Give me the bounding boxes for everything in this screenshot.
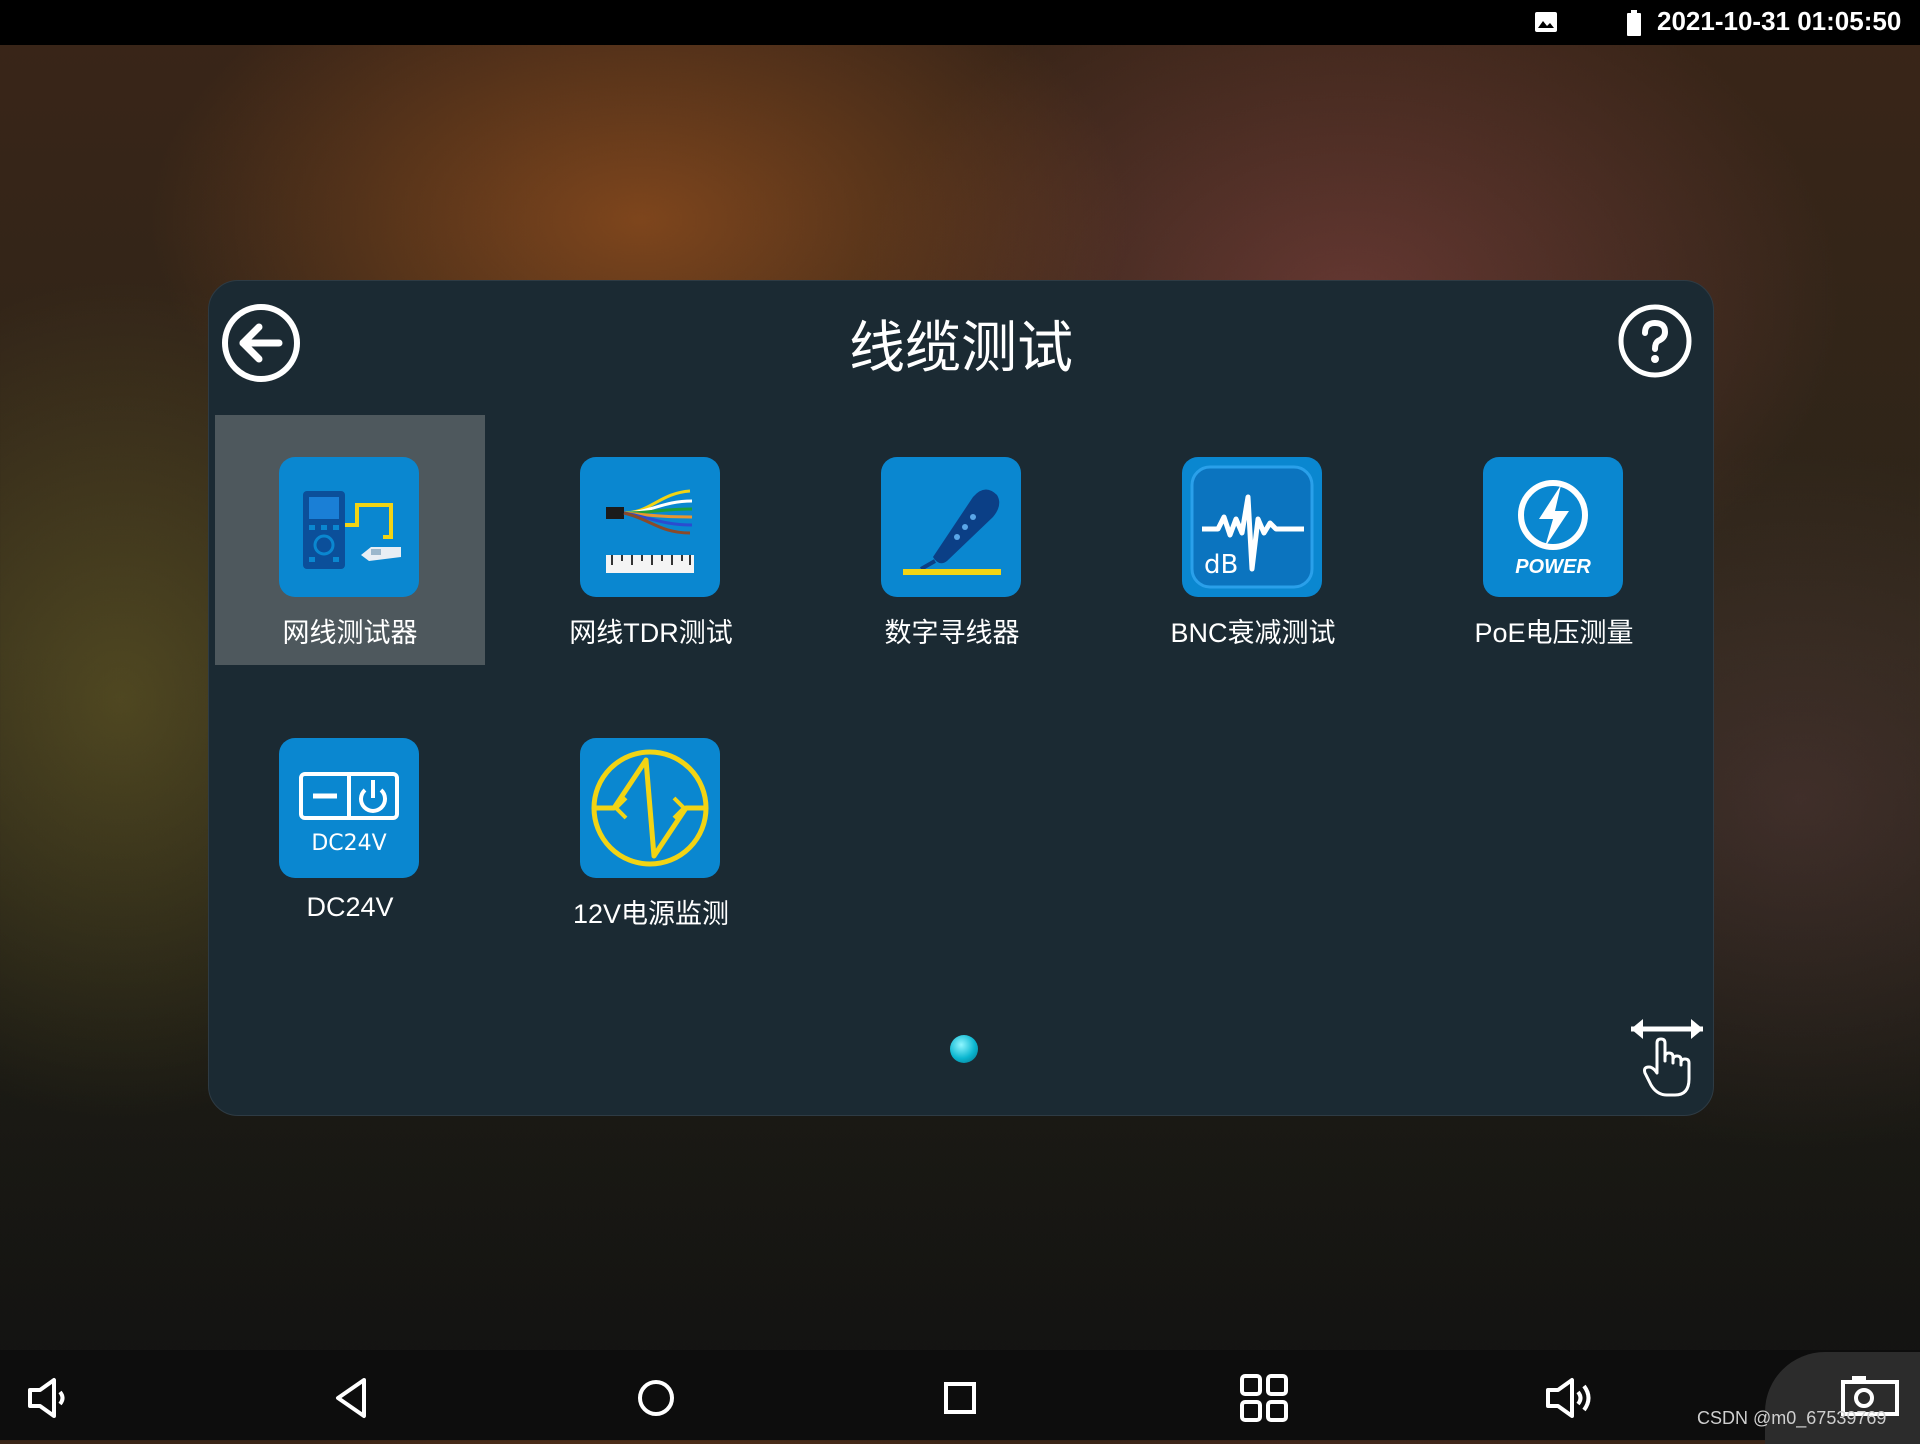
question-circle-icon [1618,304,1692,378]
volume-down-icon [28,1378,65,1418]
volume-up-button[interactable] [1540,1370,1596,1426]
app-label: PoE电压测量 [1474,618,1634,648]
tdr-cable-icon [606,489,694,573]
nav-home-button[interactable] [628,1370,684,1426]
screenshot-button[interactable] [1765,1352,1920,1444]
volume-up-icon [1546,1378,1591,1418]
help-button[interactable] [1617,303,1693,379]
svg-text:dB: dB [1204,550,1238,580]
cable-test-panel: 线缆测试 网线测试器 网线TDR测试 数字寻线器 dB BNC衰减测试 POWE… [208,280,1714,1116]
nav-back-button[interactable] [324,1370,380,1426]
status-datetime: 2021-10-31 01:05:50 [1657,6,1902,36]
app-label: 12V电源监测 [572,899,730,929]
back-icon [336,1378,366,1418]
image-icon [1535,12,1557,32]
db-waveform-icon: dB [1190,465,1314,589]
poe-icon-box: POWER [1483,457,1623,597]
app-tile-wire-tracer[interactable]: 数字寻线器 [817,415,1087,665]
recents-icon [944,1382,976,1414]
wire-tracer-icon-box [881,457,1021,597]
app-tile-bnc-attenuation[interactable]: dB BNC衰减测试 [1118,415,1388,665]
apps-grid-icon [1240,1374,1288,1422]
app-tile-tdr-test[interactable]: 网线TDR测试 [516,415,786,665]
watermark-text: CSDN @m0_67539769 [1697,1408,1887,1428]
apps-grid-button[interactable] [1236,1370,1292,1426]
app-tile-cable-tester[interactable]: 网线测试器 [215,415,485,665]
app-label: 数字寻线器 [884,618,1020,648]
waveform-circle-icon [591,749,709,867]
tdr-icon-box [580,457,720,597]
wire-tracer-icon [903,489,1001,575]
app-label: BNC衰减测试 [1170,618,1336,648]
app-label: DC24V [306,892,394,922]
bnc-icon-box: dB [1182,457,1322,597]
home-icon [638,1380,674,1416]
app-label: 网线测试器 [282,618,418,648]
swipe-hand-icon [1631,1019,1703,1097]
battery-icon [1627,10,1641,36]
page-title: 线缆测试 [849,316,1073,381]
nav-recents-button[interactable] [932,1370,988,1426]
svg-text:POWER: POWER [1515,556,1591,578]
cable-tester-icon [303,491,401,569]
dc24v-power-icon: DC24V [299,772,399,856]
app-tile-dc24v[interactable]: DC24V DC24V [215,696,485,946]
12v-icon-box [580,738,720,878]
cable-tester-icon-box [279,457,419,597]
app-label: 网线TDR测试 [569,618,733,648]
navigation-bar [0,1350,1920,1440]
status-bar: 2021-10-31 01:05:50 [0,0,1920,45]
app-tile-poe-voltage[interactable]: POWER PoE电压测量 [1419,415,1689,665]
svg-text:DC24V: DC24V [311,831,386,856]
volume-down-button[interactable] [20,1370,76,1426]
power-bolt-icon: POWER [1515,480,1591,578]
app-tile-12v-monitor[interactable]: 12V电源监测 [516,696,786,946]
dc24v-icon-box: DC24V [279,738,419,878]
page-indicator-dot [950,1035,978,1063]
